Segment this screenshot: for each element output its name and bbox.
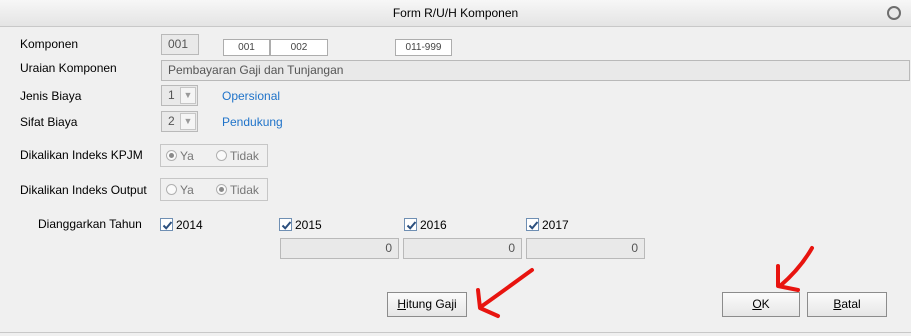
jenis-biaya-text: Opersional xyxy=(222,89,281,103)
chevron-down-icon[interactable]: ▼ xyxy=(180,87,196,104)
indeks-output-radio-tidak[interactable]: Tidak xyxy=(216,183,259,197)
jenis-biaya-value: 1 xyxy=(168,88,175,102)
jenis-biaya-select[interactable]: 1 ▼ xyxy=(161,85,198,106)
indeks-kpjm-group: Ya Tidak xyxy=(160,144,268,167)
close-icon[interactable] xyxy=(887,6,901,20)
radio-empty-icon xyxy=(166,184,177,195)
amount-field-2015[interactable]: 0 xyxy=(280,238,399,259)
komponen-code-a-field[interactable]: 001 xyxy=(223,39,270,56)
indeks-kpjm-radio-tidak[interactable]: Tidak xyxy=(216,149,259,163)
indeks-output-label: Dikalikan Indeks Output xyxy=(20,183,147,197)
indeks-kpjm-label: Dikalikan Indeks KPJM xyxy=(20,148,143,162)
radio-empty-icon xyxy=(216,150,227,161)
komponen-code-field[interactable]: 001 xyxy=(161,34,199,55)
indeks-output-group: Ya Tidak xyxy=(160,178,268,201)
year-checkbox-2014[interactable]: 2014 xyxy=(160,218,203,232)
year-checkbox-2015[interactable]: 2015 xyxy=(279,218,322,232)
window-titlebar: Form R/U/H Komponen xyxy=(0,0,911,27)
checkmark-icon xyxy=(404,218,417,231)
window-title: Form R/U/H Komponen xyxy=(392,6,519,20)
komponen-label: Komponen xyxy=(20,37,79,51)
sifat-biaya-text: Pendukung xyxy=(222,115,283,129)
sifat-biaya-label: Sifat Biaya xyxy=(20,115,78,129)
radio-selected-icon xyxy=(216,184,227,195)
radio-selected-icon xyxy=(166,150,177,161)
year-checkbox-2016[interactable]: 2016 xyxy=(404,218,447,232)
checkmark-icon xyxy=(526,218,539,231)
red-arrow-annotation xyxy=(776,246,814,292)
indeks-output-radio-ya[interactable]: Ya xyxy=(166,183,194,197)
year-checkbox-2017[interactable]: 2017 xyxy=(526,218,569,232)
komponen-code-b-field[interactable]: 002 xyxy=(270,39,328,56)
amount-field-2017[interactable]: 0 xyxy=(526,238,645,259)
red-arrow-annotation xyxy=(476,268,534,318)
amount-field-2016[interactable]: 0 xyxy=(403,238,522,259)
sifat-biaya-select[interactable]: 2 ▼ xyxy=(161,111,198,132)
checkmark-icon xyxy=(160,218,173,231)
sifat-biaya-value: 2 xyxy=(168,114,175,128)
dianggarkan-label: Dianggarkan Tahun xyxy=(38,217,142,231)
hitung-gaji-button[interactable]: Hitung Gaji xyxy=(387,292,467,317)
uraian-field[interactable]: Pembayaran Gaji dan Tunjangan xyxy=(161,60,910,81)
komponen-range-field[interactable]: 011-999 xyxy=(395,39,452,56)
checkmark-icon xyxy=(279,218,292,231)
chevron-down-icon[interactable]: ▼ xyxy=(180,113,196,130)
jenis-biaya-label: Jenis Biaya xyxy=(20,89,82,103)
window-bottom-border xyxy=(0,332,911,333)
uraian-label: Uraian Komponen xyxy=(20,61,117,75)
indeks-kpjm-radio-ya[interactable]: Ya xyxy=(166,149,194,163)
